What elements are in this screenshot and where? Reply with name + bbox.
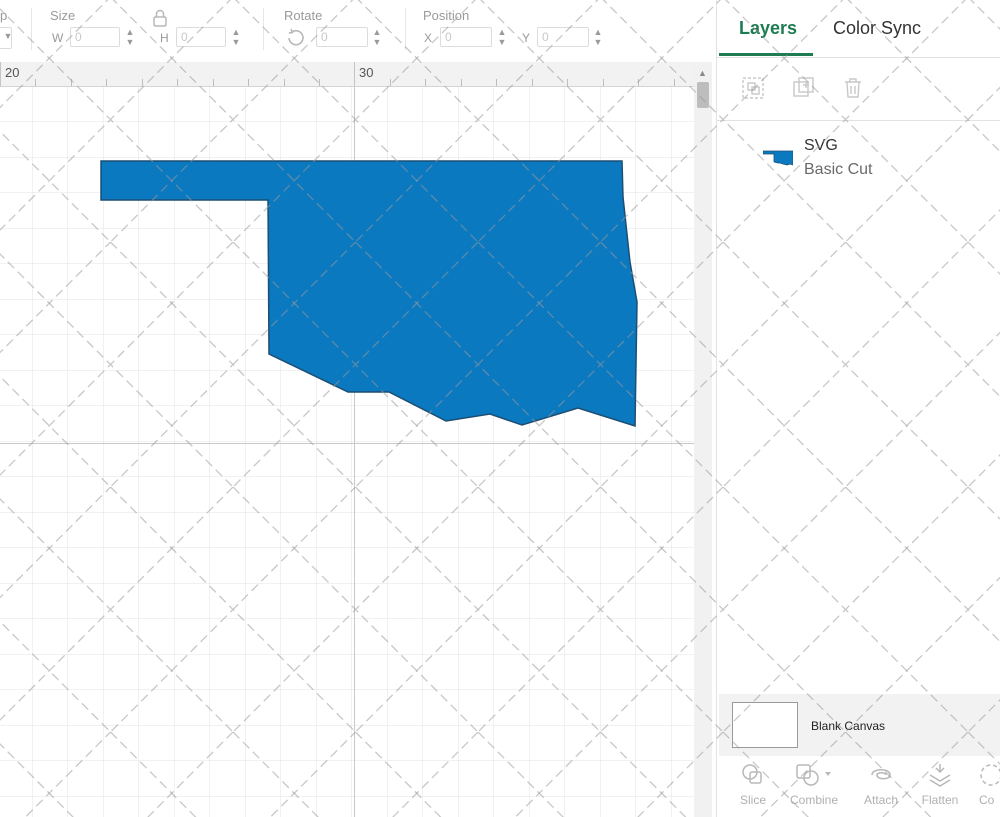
contour-icon: [980, 764, 1000, 786]
height-stepper[interactable]: ▲ ▼: [230, 27, 242, 47]
y-position-input[interactable]: [537, 27, 589, 47]
scrollbar-thumb[interactable]: [697, 82, 709, 108]
operation-label-partial: p: [0, 8, 8, 23]
edit-toolbar: p ▼ Size W ▲▼ H ▲▼ Rotate ▲▼ Position X …: [0, 0, 716, 63]
layer-item[interactable]: SVG Basic Cut: [717, 125, 1000, 195]
x-letter: X: [424, 31, 433, 45]
blank-canvas-swatch[interactable]: [732, 702, 798, 748]
delete-icon[interactable]: [841, 76, 865, 100]
y-position-stepper[interactable]: ▲ ▼: [592, 27, 604, 47]
slice-button[interactable]: Slice: [723, 762, 783, 807]
rotate-input[interactable]: [316, 27, 368, 47]
width-input[interactable]: [70, 27, 120, 47]
x-position-input[interactable]: [440, 27, 492, 47]
panel-divider: [717, 57, 1000, 58]
attach-button[interactable]: Attach: [851, 762, 911, 807]
height-input[interactable]: [176, 27, 226, 47]
width-letter: W: [52, 31, 64, 45]
contour-label-partial: Co: [979, 793, 995, 807]
chevron-down-icon: ▼: [3, 31, 13, 41]
panel-divider: [717, 120, 1000, 121]
canvas-layer-row[interactable]: Blank Canvas: [719, 694, 1000, 756]
flatten-button[interactable]: Flatten: [910, 762, 970, 807]
layers-panel: Layers Color Sync SVG Basic Cut Blank Ca…: [716, 0, 1000, 817]
active-tab-indicator: [719, 53, 813, 56]
width-stepper[interactable]: ▲ ▼: [124, 27, 136, 47]
layer-name: SVG: [804, 137, 838, 154]
size-label: Size: [50, 8, 76, 23]
x-position-stepper[interactable]: ▲ ▼: [496, 27, 508, 47]
height-letter: H: [160, 31, 169, 45]
position-label: Position: [423, 8, 470, 23]
slice-label: Slice: [739, 793, 766, 807]
layer-operation: Basic Cut: [804, 161, 873, 178]
group-icon[interactable]: [741, 76, 765, 100]
duplicate-icon[interactable]: [792, 76, 816, 100]
rotate-label: Rotate: [284, 8, 323, 23]
oklahoma-shape[interactable]: [0, 62, 694, 817]
flatten-icon: [929, 764, 951, 787]
toolbar-divider: [405, 8, 406, 50]
scroll-up-arrow-icon[interactable]: ▲: [698, 68, 707, 78]
contour-button[interactable]: Co: [971, 762, 1000, 807]
tab-color-sync[interactable]: Color Sync: [833, 18, 921, 39]
layer-thumbnail-icon: [763, 150, 793, 166]
lock-icon[interactable]: [152, 9, 168, 32]
tab-layers[interactable]: Layers: [739, 18, 797, 39]
y-letter: Y: [522, 31, 531, 45]
design-canvas[interactable]: 20 30 ▲: [0, 62, 716, 817]
combine-label: Combine: [789, 793, 839, 807]
flatten-label: Flatten: [921, 793, 959, 807]
slice-icon: [742, 764, 762, 784]
rotate-stepper[interactable]: ▲ ▼: [371, 27, 383, 47]
toolbar-divider: [31, 8, 32, 50]
rotate-icon: [285, 28, 307, 53]
vertical-scrollbar[interactable]: ▲: [694, 62, 712, 817]
attach-label: Attach: [863, 793, 899, 807]
combine-icon: [796, 764, 831, 786]
combine-button[interactable]: Combine: [784, 762, 844, 807]
blank-canvas-label: Blank Canvas: [811, 719, 886, 733]
attach-icon: [871, 768, 891, 780]
toolbar-divider: [263, 8, 264, 50]
